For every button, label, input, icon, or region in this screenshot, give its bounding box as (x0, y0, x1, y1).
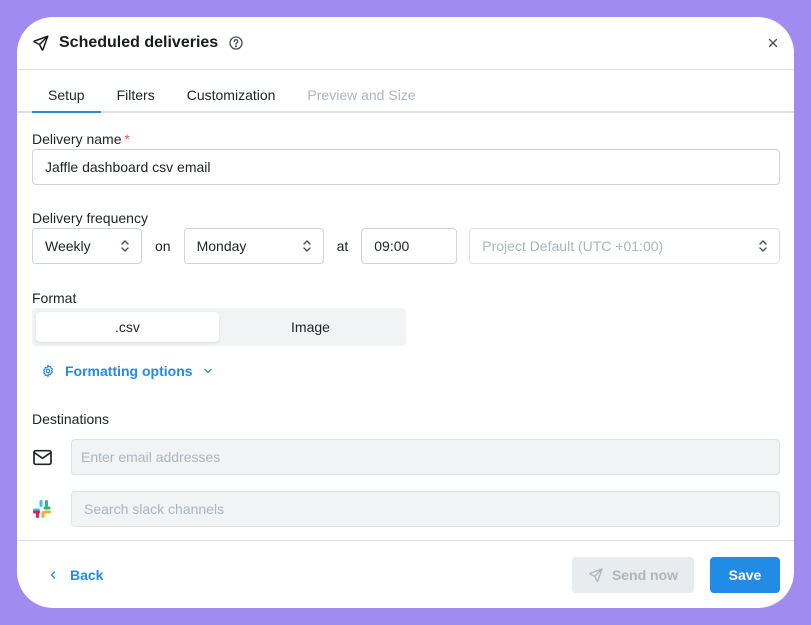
send-now-label: Send now (611, 566, 679, 583)
back-button[interactable]: Back (47, 567, 103, 583)
scheduled-deliveries-modal: Scheduled deliveries Setup Filters Custo… (17, 17, 794, 608)
chevron-left-icon (47, 569, 59, 581)
tab-preview-and-size: Preview and Size (307, 87, 416, 103)
modal-footer: Back Send now Save (17, 540, 794, 608)
paper-plane-icon (588, 567, 604, 583)
modal-title: Scheduled deliveries (59, 34, 219, 51)
delivery-frequency-row: Weekly on Monday at Project Default (UTC… (32, 228, 780, 264)
delivery-name-group: Delivery name * (32, 131, 780, 185)
gear-icon (41, 364, 55, 378)
slack-destination-row (32, 491, 780, 527)
delivery-frequency-label: Delivery frequency (32, 210, 148, 226)
back-button-label: Back (70, 566, 104, 583)
chevron-up-down-icon (757, 239, 769, 253)
chevron-down-icon (202, 365, 214, 377)
question-circle-icon[interactable] (228, 35, 244, 51)
timezone-select[interactable]: Project Default (UTC +01:00) (469, 228, 780, 264)
required-marker: * (124, 131, 130, 147)
time-input[interactable] (361, 228, 458, 264)
destinations-group: Destinations (32, 411, 780, 527)
modal-header: Scheduled deliveries (17, 17, 794, 70)
timezone-placeholder: Project Default (UTC +01:00) (482, 238, 664, 254)
frequency-select[interactable]: Weekly (32, 228, 142, 264)
send-now-button[interactable]: Send now (572, 556, 694, 593)
chevron-up-down-icon (301, 239, 313, 253)
destinations-label: Destinations (32, 411, 110, 427)
slack-channels-input[interactable] (71, 491, 780, 527)
mail-icon (32, 449, 71, 466)
delivery-name-label: Delivery name * (32, 131, 780, 147)
format-segmented-control: .csv Image (32, 308, 406, 346)
delivery-name-input[interactable] (32, 149, 780, 185)
email-destination-row (32, 439, 780, 475)
tab-bar: Setup Filters Customization Preview and … (17, 70, 794, 113)
close-icon[interactable] (766, 36, 780, 50)
chevron-up-down-icon (119, 239, 131, 253)
save-button[interactable]: Save (710, 556, 780, 593)
delivery-frequency-group: Delivery frequency Weekly on Monday at 0… (32, 210, 780, 264)
tab-setup[interactable]: Setup (32, 87, 101, 113)
on-word: on (155, 238, 171, 254)
day-value: Monday (196, 238, 247, 254)
frequency-value: Weekly (45, 238, 91, 254)
delivery-name-label-text: Delivery name (32, 131, 122, 147)
slack-icon (32, 499, 71, 519)
at-word: at (336, 238, 349, 254)
paper-plane-icon (32, 34, 50, 52)
tab-filters[interactable]: Filters (101, 87, 171, 113)
format-option-image[interactable]: Image (219, 312, 402, 342)
format-label: Format (32, 290, 77, 306)
day-select[interactable]: Monday (183, 228, 324, 264)
email-addresses-input[interactable] (71, 439, 780, 475)
formatting-options-toggle[interactable]: Formatting options (41, 363, 214, 379)
format-group: Format .csv Image (32, 290, 780, 346)
setup-form: Delivery name* Delivery frequency Weekly… (17, 131, 794, 527)
tab-customization[interactable]: Customization (171, 87, 292, 113)
formatting-options-label: Formatting options (65, 363, 193, 379)
format-option-csv[interactable]: .csv (36, 312, 219, 342)
